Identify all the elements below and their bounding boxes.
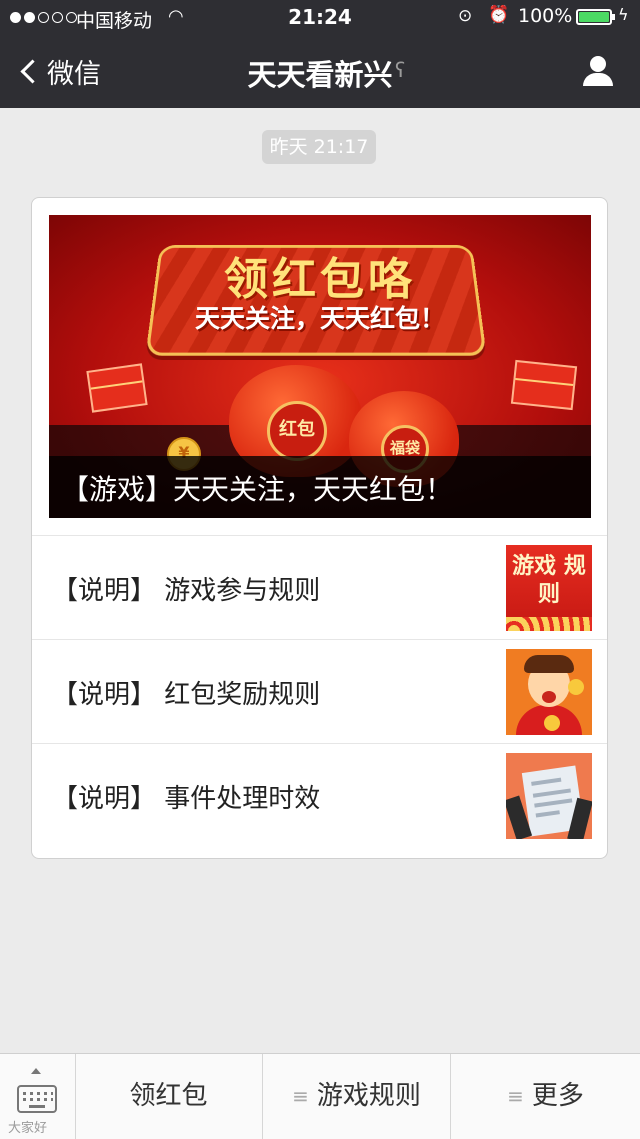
red-envelope-icon	[510, 359, 578, 411]
alarm-icon: ⏰	[488, 5, 510, 25]
menu-item-label: 领红包	[129, 1081, 208, 1111]
battery-percentage: 100%	[518, 5, 573, 27]
menu-item-hongbao[interactable]: 领红包	[75, 1054, 263, 1139]
article-item-title: 【说明】 事件处理时效	[52, 784, 321, 814]
menu-item-label: 更多	[531, 1081, 584, 1111]
menu-item-label: 游戏规则	[316, 1081, 421, 1111]
menu-item-more[interactable]: ≡ 更多	[451, 1054, 640, 1139]
cover-article-title: 【游戏】天天关注，天天红包！	[61, 473, 454, 506]
charging-icon: ϟ	[618, 5, 629, 24]
cover-article[interactable]: 领红包咯 天天关注，天天红包！ 红包 福袋 ¥ 【游戏】天天关注，天天红包！	[49, 215, 591, 518]
menu-item-game-rules[interactable]: ≡ 游戏规则	[263, 1054, 451, 1139]
orientation-lock-icon: ⊙	[458, 6, 473, 26]
coin-icon	[544, 715, 560, 731]
article-card: 领红包咯 天天关注，天天红包！ 红包 福袋 ¥ 【游戏】天天关注，天天红包！ 【…	[31, 197, 608, 859]
message-timestamp: 昨天 21:17	[262, 130, 376, 164]
coin-icon	[568, 679, 584, 695]
chevron-up-icon	[31, 1068, 41, 1074]
banner-headline: 领红包咯	[224, 254, 416, 305]
article-item[interactable]: 【说明】 事件处理时效	[32, 743, 607, 848]
ear-icon: ʕ	[395, 58, 406, 82]
battery-icon	[576, 9, 612, 25]
battery-tip	[612, 14, 615, 20]
article-item[interactable]: 【说明】 游戏参与规则 游戏 规则	[32, 535, 607, 640]
submenu-icon: ≡	[507, 1084, 524, 1108]
bag-label-hongbao: 红包	[267, 401, 327, 461]
document-thumbnail	[506, 753, 592, 839]
status-bar: 中国移动 ◠ 21:24 ⊙ ⏰ 100% ϟ	[0, 0, 640, 36]
surprised-man-thumbnail	[506, 649, 592, 735]
keyboard-icon	[17, 1085, 57, 1113]
article-item-title: 【说明】 红包奖励规则	[52, 680, 321, 710]
bottom-menu: 领红包 ≡ 游戏规则 ≡ 更多	[0, 1053, 640, 1139]
red-envelope-icon	[86, 363, 148, 413]
article-item[interactable]: 【说明】 红包奖励规则	[32, 639, 607, 744]
thumbnail-text: 游戏 规则	[512, 554, 586, 607]
navigation-bar: 微信 天天看新兴 ʕ	[0, 36, 640, 108]
watermark: 大家好	[8, 1121, 48, 1136]
banner-subheadline: 天天关注，天天红包！	[194, 304, 445, 333]
page-title: 天天看新兴	[247, 58, 393, 92]
profile-button[interactable]	[581, 56, 615, 86]
article-item-title: 【说明】 游戏参与规则	[52, 576, 321, 606]
person-icon	[590, 56, 606, 72]
top-bar: 中国移动 ◠ 21:24 ⊙ ⏰ 100% ϟ 微信 天天看新兴 ʕ	[0, 0, 640, 108]
banner-caption-bar: 【游戏】天天关注，天天红包！	[49, 456, 591, 518]
submenu-icon: ≡	[292, 1084, 309, 1108]
game-rules-thumbnail: 游戏 规则	[506, 545, 592, 631]
